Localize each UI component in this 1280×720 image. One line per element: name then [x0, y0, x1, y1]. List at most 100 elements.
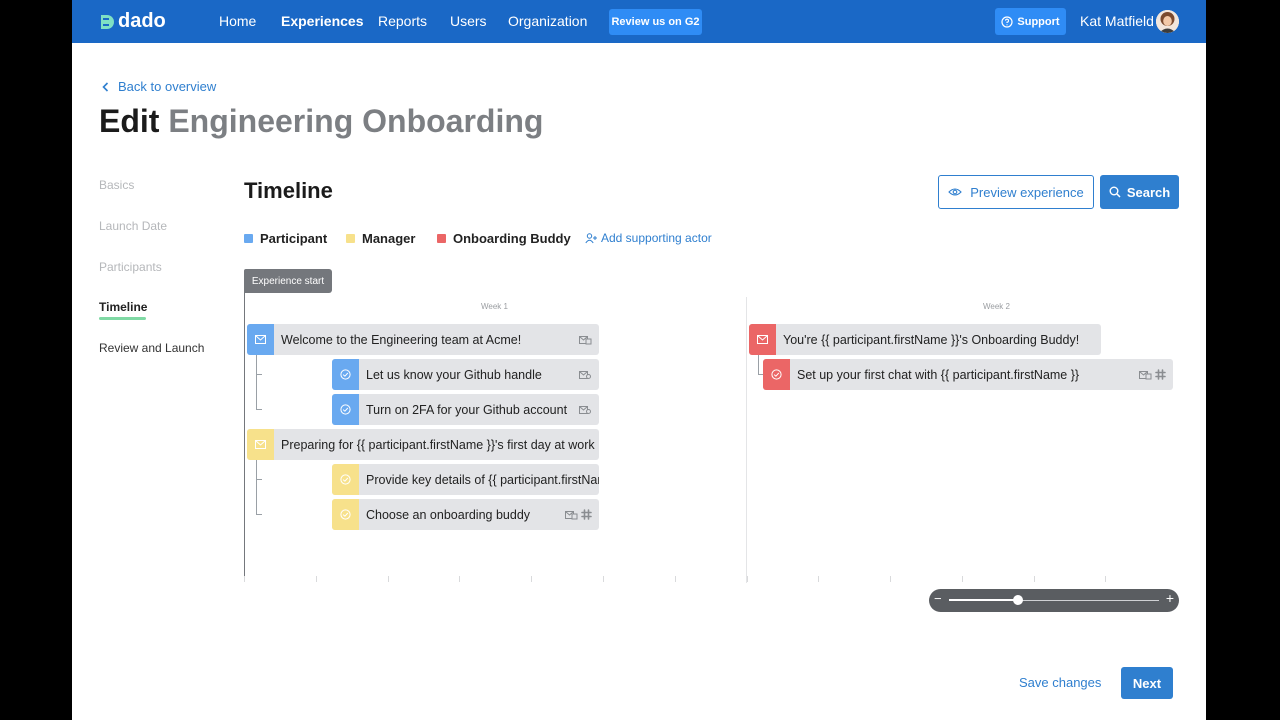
preview-button-label: Preview experience	[970, 184, 1084, 200]
logo-mark-icon	[101, 14, 114, 29]
app-window: dado Home Experiences Reports Users Orga…	[72, 0, 1206, 720]
card-channel-icons	[579, 370, 599, 380]
card-title: Preparing for {{ participant.firstName }…	[281, 437, 595, 452]
page-title: Edit Engineering Onboarding	[99, 103, 543, 140]
card-channel-icons	[579, 405, 599, 415]
day-tick	[818, 576, 819, 582]
timeline-heading: Timeline	[244, 178, 333, 203]
check-circle-icon	[763, 359, 790, 390]
card-title: Let us know your Github handle	[366, 367, 542, 382]
active-step-indicator	[99, 317, 146, 320]
legend-participant: Participant	[244, 231, 327, 246]
card-channel-icons	[579, 335, 599, 345]
preview-experience-button[interactable]: Preview experience	[938, 175, 1094, 209]
eye-icon	[948, 188, 963, 196]
day-tick	[388, 576, 389, 582]
step-timeline[interactable]: Timeline	[99, 300, 147, 314]
back-link-label: Back to overview	[118, 79, 217, 94]
nav-users[interactable]: Users	[450, 13, 487, 29]
user-name[interactable]: Kat Matfield	[1080, 13, 1154, 29]
timeline-message-card[interactable]: Welcome to the Engineering team at Acme!	[247, 324, 599, 355]
back-to-overview-link[interactable]: Back to overview	[102, 79, 216, 94]
card-title: Provide key details of {{ participant.fi…	[366, 472, 599, 487]
add-supporting-actor-link[interactable]: Add supporting actor	[585, 231, 712, 245]
help-circle-icon	[1001, 15, 1014, 28]
day-tick	[1105, 576, 1106, 582]
tree-branch	[256, 514, 262, 515]
email-calendar-icon	[565, 510, 578, 519]
check-circle-icon	[332, 499, 359, 530]
timeline-message-card[interactable]: Preparing for {{ participant.firstName }…	[247, 429, 599, 460]
zoom-out-icon[interactable]: −	[934, 591, 942, 606]
timeline-task-card[interactable]: Choose an onboarding buddy	[332, 499, 599, 530]
card-channel-icons	[565, 509, 599, 520]
support-label: Support	[1017, 15, 1060, 28]
zoom-fill	[949, 599, 1019, 601]
experience-start-line	[244, 293, 245, 582]
timeline-task-card[interactable]: Turn on 2FA for your Github account	[332, 394, 599, 425]
check-circle-icon	[332, 359, 359, 390]
next-button[interactable]: Next	[1121, 667, 1173, 699]
tree-connector	[256, 354, 257, 409]
check-circle-icon	[332, 464, 359, 495]
card-title: Choose an onboarding buddy	[366, 507, 531, 522]
day-tick	[603, 576, 604, 582]
legend-label: Manager	[362, 231, 416, 246]
card-title: You're {{ participant.firstName }}'s Onb…	[783, 332, 1080, 347]
search-icon	[1109, 186, 1121, 198]
dado-logo[interactable]: dado	[99, 10, 166, 33]
tree-branch	[256, 409, 262, 410]
week-divider	[746, 297, 747, 583]
page-title-prefix: Edit	[99, 103, 160, 139]
tree-connector	[758, 354, 759, 374]
week-2-label: Week 2	[983, 302, 1010, 311]
tree-branch	[256, 374, 262, 375]
tree-connector	[256, 459, 257, 514]
mail-icon	[749, 324, 776, 355]
search-button-label: Search	[1126, 184, 1171, 200]
day-tick	[531, 576, 532, 582]
legend-onboarding-buddy: Onboarding Buddy	[437, 231, 571, 246]
mail-icon	[247, 324, 274, 355]
timeline-task-card[interactable]: Set up your first chat with {{ participa…	[763, 359, 1173, 390]
day-tick	[459, 576, 460, 582]
timeline-task-card[interactable]: Provide key details of {{ participant.fi…	[332, 464, 599, 495]
step-participants[interactable]: Participants	[99, 260, 162, 274]
check-circle-icon	[332, 394, 359, 425]
participant-swatch	[244, 234, 253, 243]
day-tick	[316, 576, 317, 582]
card-channel-icons	[1139, 369, 1173, 380]
day-tick	[747, 576, 748, 582]
legend-manager: Manager	[346, 231, 415, 246]
user-avatar[interactable]	[1156, 10, 1179, 33]
manager-swatch	[346, 234, 355, 243]
card-title: Welcome to the Engineering team at Acme!	[281, 332, 522, 347]
nav-organization[interactable]: Organization	[508, 13, 587, 29]
step-basics[interactable]: Basics	[99, 178, 134, 192]
email-calendar-icon	[579, 335, 592, 344]
nav-experiences[interactable]: Experiences	[281, 13, 364, 29]
email-search-icon	[579, 370, 591, 379]
day-tick	[962, 576, 963, 582]
nav-reports[interactable]: Reports	[378, 13, 427, 29]
zoom-slider[interactable]: − +	[929, 589, 1179, 612]
legend-label: Onboarding Buddy	[453, 231, 571, 246]
card-title: Turn on 2FA for your Github account	[366, 402, 568, 417]
timeline-task-card[interactable]: Let us know your Github handle	[332, 359, 599, 390]
save-changes-link[interactable]: Save changes	[1019, 675, 1101, 690]
mail-icon	[247, 429, 274, 460]
step-launch-date[interactable]: Launch Date	[99, 219, 167, 233]
experience-name: Engineering Onboarding	[168, 103, 544, 139]
nav-home[interactable]: Home	[219, 13, 256, 29]
zoom-thumb[interactable]	[1013, 595, 1024, 605]
chevron-left-icon	[102, 81, 109, 92]
zoom-in-icon[interactable]: +	[1166, 590, 1174, 606]
review-g2-button[interactable]: Review us on G2	[609, 9, 702, 35]
search-button[interactable]: Search	[1100, 175, 1179, 209]
slack-icon	[581, 509, 592, 520]
logo-text: dado	[118, 10, 166, 32]
support-button[interactable]: Support	[995, 8, 1066, 35]
top-navigation-bar: dado Home Experiences Reports Users Orga…	[72, 0, 1206, 43]
timeline-message-card[interactable]: You're {{ participant.firstName }}'s Onb…	[749, 324, 1101, 355]
step-review-and-launch[interactable]: Review and Launch	[99, 341, 204, 355]
